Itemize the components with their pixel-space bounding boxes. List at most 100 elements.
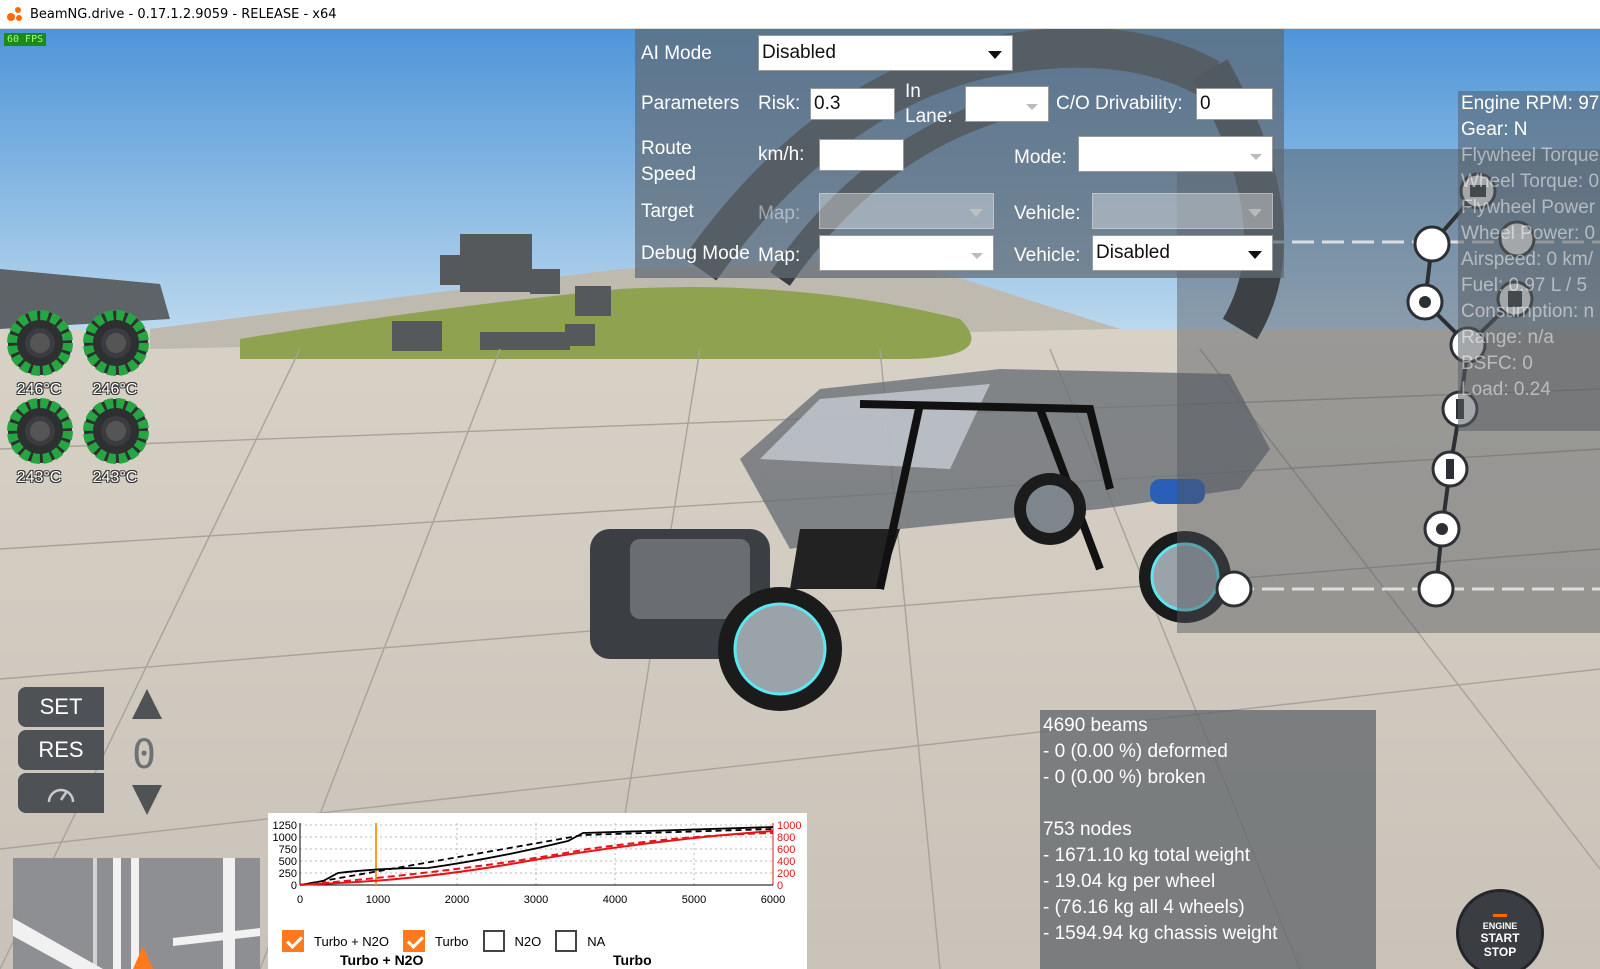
mode-select[interactable] — [1078, 136, 1273, 172]
engine-start-line1: ENGINE — [1482, 921, 1518, 931]
ai-mode-select[interactable]: Disabled — [758, 35, 1013, 71]
ai-mode-label: AI Mode — [641, 43, 712, 64]
legend-item-turbo[interactable]: Turbo — [403, 930, 469, 952]
target-map-label: Map: — [758, 203, 801, 224]
debug-vehicle-label: Vehicle: — [1014, 245, 1081, 266]
wheel-rear-icon — [1215, 570, 1253, 608]
graph-sublabel-right: Turbo — [613, 952, 652, 968]
beams-line: 753 nodes — [1043, 819, 1132, 840]
window-titlebar: BeamNG.drive - 0.17.1.2.9059 - RELEASE -… — [0, 0, 1600, 29]
engine-status-indicator — [1493, 914, 1507, 917]
left-tick: 500 — [279, 856, 297, 868]
ai-control-panel: AI Mode Disabled Parameters Risk: In Lan… — [635, 29, 1284, 278]
route-speed-label-line1: Route — [641, 138, 692, 159]
tire-rear-left-icon — [7, 398, 73, 464]
target-label: Target — [641, 201, 694, 222]
left-tick: 1250 — [273, 820, 297, 832]
engine-info-line: Consumption: n — [1461, 301, 1595, 322]
game-viewport[interactable]: 60 FPS Engine RPM: 97 Gear: N Flywheel T… — [0, 29, 1600, 969]
mode-label: Mode: — [1014, 147, 1067, 168]
chevron-down-icon — [1026, 104, 1038, 110]
engine-info-line: BSFC: 0 — [1461, 353, 1533, 374]
engine-info-line: Wheel Power: 0 — [1461, 223, 1596, 244]
speed-down-icon[interactable] — [130, 783, 164, 817]
route-speed-label-line2: Speed — [641, 164, 696, 185]
speed-up-icon[interactable] — [130, 687, 164, 721]
debug-vehicle-select[interactable]: Disabled — [1092, 235, 1273, 271]
debug-map-select[interactable] — [819, 235, 994, 271]
beams-nodes-info: 4690 beams - 0 (0.00 %) deformed - 0 (0.… — [1040, 710, 1376, 969]
legend-label: Turbo — [435, 933, 469, 949]
right-tick: 400 — [777, 856, 795, 868]
route-speed-input[interactable] — [819, 139, 904, 171]
beams-line: - (76.16 kg all 4 wheels) — [1043, 897, 1245, 918]
x-tick: 6000 — [761, 894, 785, 906]
chevron-down-icon — [1248, 251, 1262, 259]
engine-info-line: Range: n/a — [1461, 327, 1554, 348]
beams-line: - 1671.10 kg total weight — [1043, 845, 1251, 866]
in-lane-label-line2: Lane: — [905, 106, 953, 127]
torque-graph-plot: 1250 1000 750 500 250 0 1000 800 600 400… — [273, 820, 802, 906]
cruise-resume-button[interactable]: RES — [18, 730, 104, 770]
beamng-app-icon — [7, 7, 22, 21]
engine-info-line: Flywheel Torque — [1461, 145, 1600, 166]
torque-curve — [299, 826, 774, 886]
co-drivability-input[interactable] — [1196, 88, 1273, 120]
n2o-checkbox[interactable] — [482, 930, 505, 952]
turbo-checkbox[interactable] — [403, 930, 426, 952]
right-tick: 1000 — [777, 820, 801, 832]
chevron-down-icon — [1248, 209, 1262, 217]
chevron-down-icon — [971, 253, 983, 259]
right-tick: 200 — [777, 868, 795, 880]
beams-line: - 19.04 kg per wheel — [1043, 871, 1216, 892]
grid-lines — [300, 823, 773, 885]
left-tick: 750 — [279, 844, 297, 856]
right-tick: 0 — [777, 880, 783, 892]
debug-map-label: Map: — [758, 245, 801, 266]
engine-info-line: Load: 0.24 — [1461, 379, 1551, 400]
legend-label: Turbo + N2O — [314, 933, 390, 949]
legend-item-turbo-n2o[interactable]: Turbo + N2O — [282, 930, 389, 952]
speedometer-icon — [47, 788, 75, 803]
debug-mode-label: Debug Mode — [641, 243, 750, 264]
chevron-down-icon — [988, 51, 1002, 59]
target-vehicle-label: Vehicle: — [1014, 203, 1081, 224]
tire-temp-rear-left: 243°C — [16, 469, 62, 486]
minimap[interactable] — [13, 858, 260, 969]
chevron-down-icon — [969, 209, 983, 217]
x-tick: 5000 — [682, 894, 706, 906]
differential-rear-icon — [1417, 570, 1455, 608]
tire-front-left-icon — [7, 310, 73, 376]
beams-line: - 0 (0.00 %) broken — [1043, 767, 1206, 788]
engine-start-stop-button[interactable]: ENGINE START STOP — [1456, 889, 1544, 969]
engine-info-panel: Engine RPM: 97 Gear: N Flywheel Torque W… — [1458, 91, 1600, 431]
target-map-select — [819, 193, 994, 229]
x-tick: 4000 — [603, 894, 627, 906]
cruise-speed-display: 0 — [132, 732, 157, 778]
engine-start-line2: START — [1480, 931, 1520, 945]
x-tick: 1000 — [366, 894, 390, 906]
minimap-render — [13, 858, 260, 969]
na-checkbox[interactable] — [555, 930, 578, 952]
legend-item-na[interactable]: NA — [555, 930, 605, 952]
risk-input[interactable] — [810, 88, 895, 120]
right-tick: 800 — [777, 832, 795, 844]
left-tick: 0 — [291, 880, 297, 892]
graph-sublabel-left: Turbo + N2O — [340, 952, 424, 968]
left-tick: 250 — [279, 868, 297, 880]
parameters-label: Parameters — [641, 93, 740, 114]
engine-info-line: Engine RPM: 97 — [1461, 93, 1600, 114]
cruise-speedometer-button[interactable] — [18, 773, 104, 813]
tire-rear-right-icon — [83, 398, 149, 464]
legend-item-n2o[interactable]: N2O — [482, 930, 541, 952]
left-tick-labels: 1250 1000 750 500 250 0 — [273, 820, 297, 892]
in-lane-select[interactable] — [965, 86, 1049, 122]
turbo-n2o-checkbox[interactable] — [282, 930, 304, 952]
x-tick-labels: 0 1000 2000 3000 4000 5000 6000 — [297, 894, 785, 906]
cruise-set-button[interactable]: SET — [18, 687, 104, 727]
x-tick: 2000 — [445, 894, 469, 906]
in-lane-label-line1: In — [905, 81, 921, 102]
engine-start-line3: STOP — [1483, 945, 1517, 959]
beams-line: 4690 beams — [1043, 715, 1148, 736]
tire-front-right-icon — [83, 310, 149, 376]
